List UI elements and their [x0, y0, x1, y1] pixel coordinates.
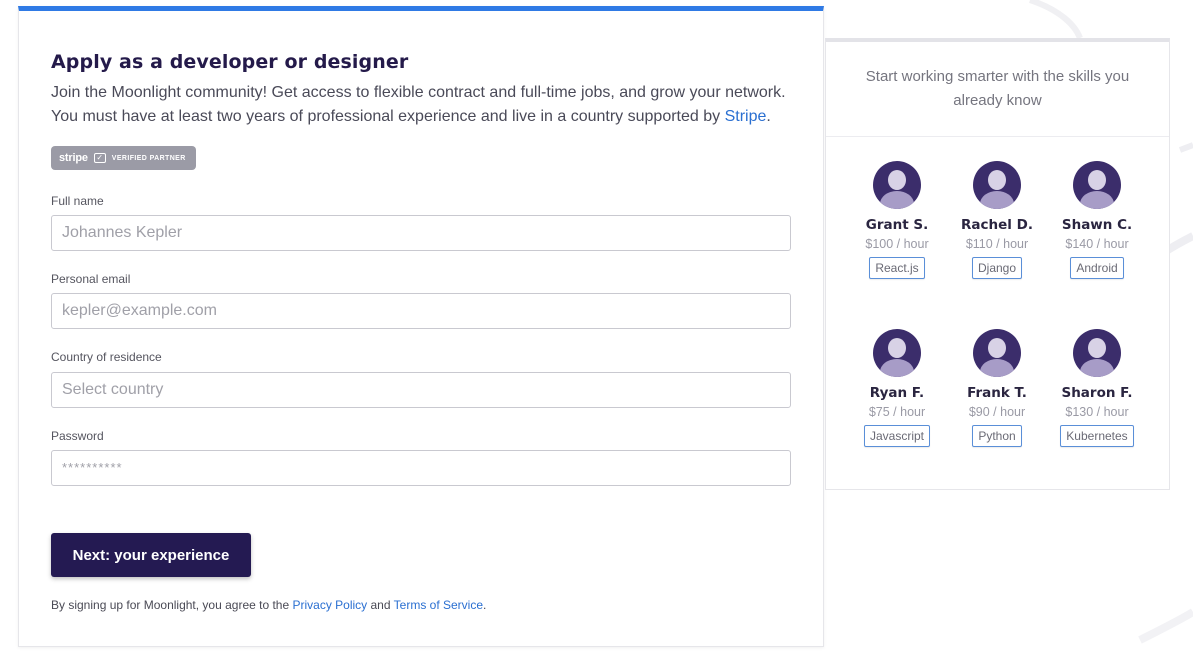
stripe-verified-badge: stripe ✓ VERIFIED PARTNER — [51, 146, 196, 170]
password-input[interactable] — [51, 450, 791, 486]
email-input[interactable] — [51, 293, 791, 329]
stripe-link[interactable]: Stripe — [725, 108, 767, 125]
avatar — [973, 161, 1021, 209]
avatar — [1073, 329, 1121, 377]
form-title: Apply as a developer or designer — [51, 51, 409, 73]
skill-tag: Javascript — [863, 425, 931, 447]
developer-card: Sharon F. $130 / hour Kubernetes — [1047, 329, 1147, 447]
badge-text: VERIFIED PARTNER — [111, 154, 186, 162]
avatar — [873, 329, 921, 377]
developer-card: Grant S. $100 / hour React.js — [847, 161, 947, 279]
skill-tag: Django — [971, 257, 1023, 279]
skill-tag: Android — [1070, 257, 1124, 279]
check-icon: ✓ — [93, 153, 106, 163]
developer-name: Grant S. — [865, 217, 929, 233]
developer-name: Frank T. — [967, 385, 1027, 401]
terms-suffix: . — [483, 598, 487, 612]
avatar — [973, 329, 1021, 377]
developer-card: Ryan F. $75 / hour Javascript — [847, 329, 947, 447]
intro-body: Join the Moonlight community! Get access… — [51, 84, 786, 125]
password-label: Password — [51, 429, 104, 443]
developer-name: Rachel D. — [961, 217, 1033, 233]
developer-rate: $100 / hour — [865, 237, 929, 251]
skill-tag: React.js — [869, 257, 925, 279]
developer-rate: $140 / hour — [1065, 237, 1129, 251]
full-name-input[interactable] — [51, 215, 791, 251]
avatar — [1073, 161, 1121, 209]
developer-name: Sharon F. — [1061, 385, 1133, 401]
email-label: Personal email — [51, 272, 131, 286]
terms-and: and — [367, 598, 394, 612]
stripe-logo: stripe — [59, 152, 88, 164]
developer-rate: $75 / hour — [868, 405, 926, 419]
developer-rate: $110 / hour — [965, 237, 1029, 251]
country-select[interactable] — [51, 372, 791, 408]
skill-tag: Kubernetes — [1060, 425, 1134, 447]
application-form-card: Apply as a developer or designer Join th… — [18, 6, 824, 647]
intro-end: . — [766, 108, 771, 125]
developer-name: Shawn C. — [1061, 217, 1133, 233]
developer-card: Rachel D. $110 / hour Django — [947, 161, 1047, 279]
country-label: Country of residence — [51, 350, 162, 364]
showcase-heading: Start working smarter with the skills yo… — [826, 42, 1169, 137]
developer-name: Ryan F. — [869, 385, 925, 401]
terms-prefix: By signing up for Moonlight, you agree t… — [51, 598, 293, 612]
avatar — [873, 161, 921, 209]
developer-rate: $90 / hour — [968, 405, 1026, 419]
intro-text: Join the Moonlight community! Get access… — [51, 81, 811, 129]
developer-rate: $130 / hour — [1065, 405, 1129, 419]
developer-showcase-panel: Start working smarter with the skills yo… — [825, 38, 1170, 490]
skill-tag: Python — [972, 425, 1022, 447]
privacy-policy-link[interactable]: Privacy Policy — [292, 598, 367, 612]
terms-of-service-link[interactable]: Terms of Service — [394, 598, 483, 612]
developer-card: Frank T. $90 / hour Python — [947, 329, 1047, 447]
terms-text: By signing up for Moonlight, you agree t… — [51, 598, 486, 612]
full-name-label: Full name — [51, 194, 104, 208]
developer-card: Shawn C. $140 / hour Android — [1047, 161, 1147, 279]
next-experience-button[interactable]: Next: your experience — [51, 533, 251, 577]
